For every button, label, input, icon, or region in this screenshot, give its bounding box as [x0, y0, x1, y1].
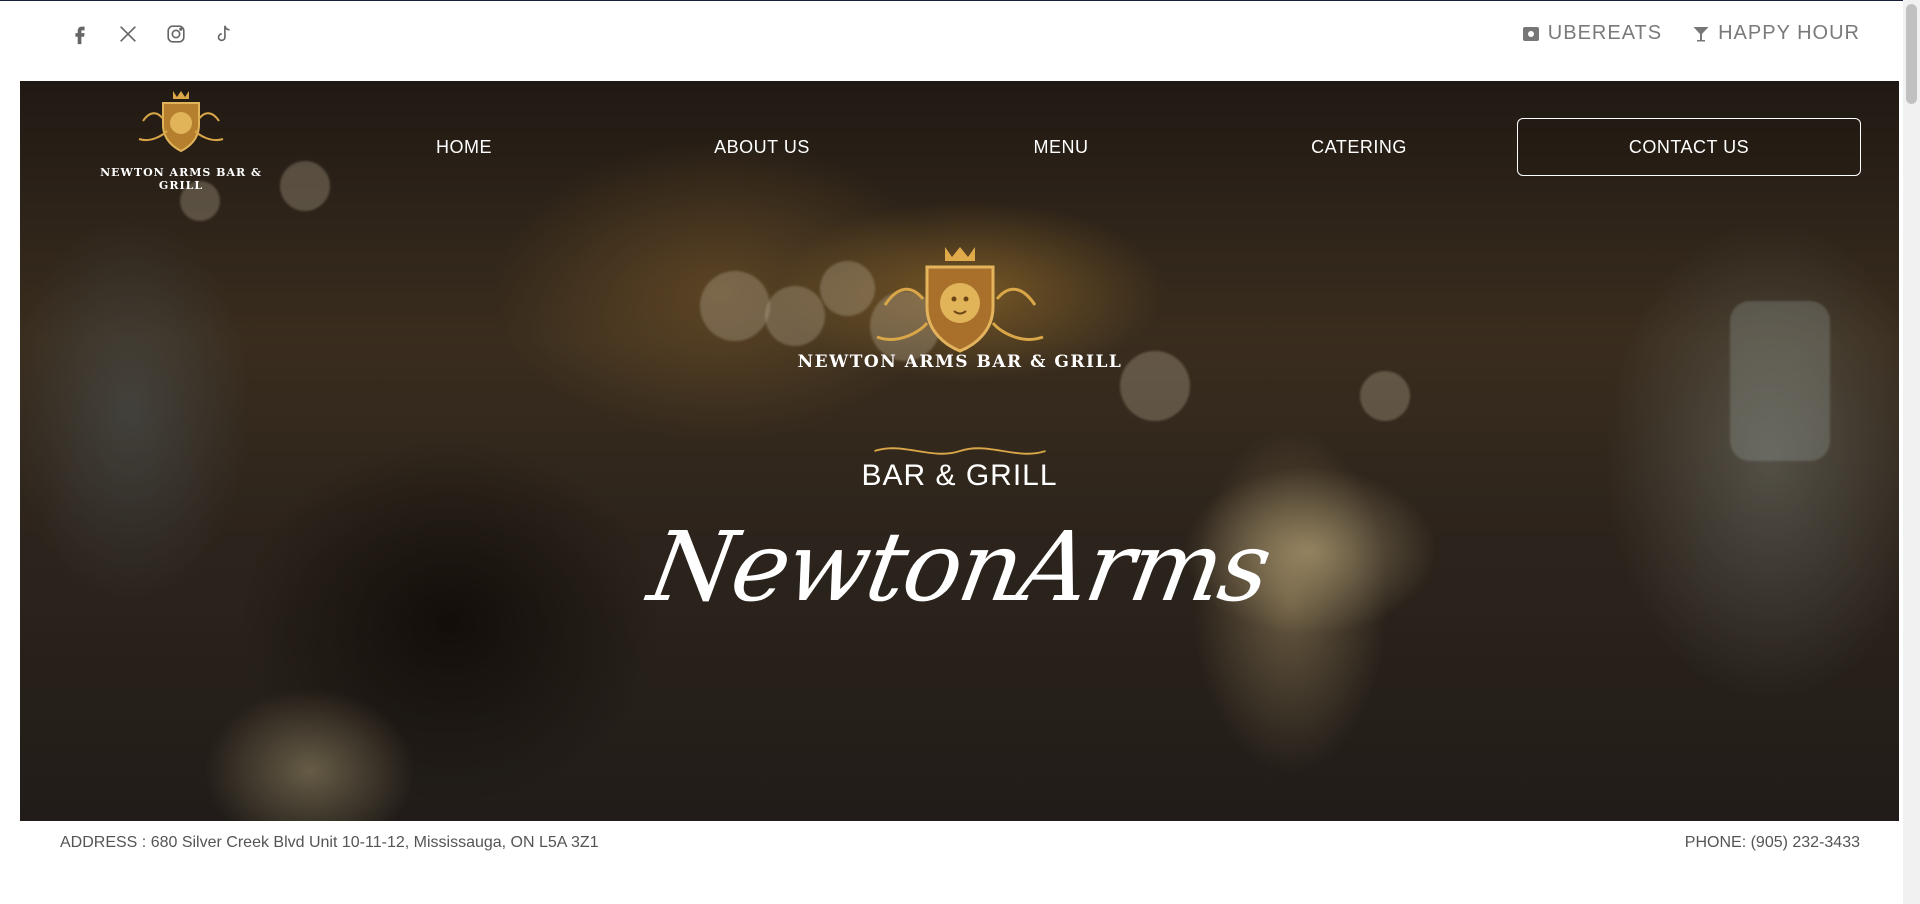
hero-script-title: NewtonArms [641, 511, 1278, 623]
utility-links: UBEREATS HAPPY HOUR [1522, 22, 1860, 45]
ubereats-label: UBEREATS [1547, 22, 1663, 44]
nav-item-home[interactable]: HOME [436, 137, 492, 158]
main-navigation: NEWTON ARMS BAR & GRILL HOME ABOUT US ME… [20, 81, 1899, 192]
nav-item-menu[interactable]: MENU [1034, 137, 1089, 158]
hero-section: NEWTON ARMS BAR & GRILL HOME ABOUT US ME… [20, 81, 1899, 821]
social-links [68, 22, 236, 46]
hero-logo-text: NEWTON ARMS BAR & GRILL [797, 352, 1123, 372]
cocktail-glass-icon [1693, 26, 1709, 41]
nav-item-about-us[interactable]: ABOUT US [714, 137, 810, 158]
happy-hour-label: HAPPY HOUR [1718, 22, 1860, 44]
site-logo-text: NEWTON ARMS BAR & GRILL [100, 166, 262, 192]
instagram-icon[interactable] [164, 22, 188, 46]
page-scrollbar[interactable] [1903, 0, 1920, 904]
ubereats-icon [1522, 26, 1539, 41]
hero-tagline: BAR & GRILL [861, 459, 1058, 492]
nav-item-catering[interactable]: CATERING [1311, 137, 1407, 158]
x-icon[interactable] [116, 22, 140, 46]
phone-text[interactable]: PHONE: (905) 232-3433 [1685, 834, 1860, 852]
address-text: ADDRESS : 680 Silver Creek Blvd Unit 10-… [60, 834, 599, 851]
facebook-icon[interactable] [68, 22, 92, 46]
flourish-ornament [874, 447, 1046, 455]
site-logo[interactable]: NEWTON ARMS BAR & GRILL [86, 87, 276, 197]
happy-hour-link[interactable]: HAPPY HOUR [1692, 22, 1860, 45]
top-utility-bar: UBEREATS HAPPY HOUR [0, 0, 1900, 80]
lion-crest-icon [138, 91, 224, 153]
tiktok-icon[interactable] [212, 22, 236, 46]
scrollbar-thumb[interactable] [1906, 4, 1917, 104]
ubereats-link[interactable]: UBEREATS [1522, 22, 1662, 45]
contact-us-button[interactable]: CONTACT US [1517, 118, 1861, 176]
